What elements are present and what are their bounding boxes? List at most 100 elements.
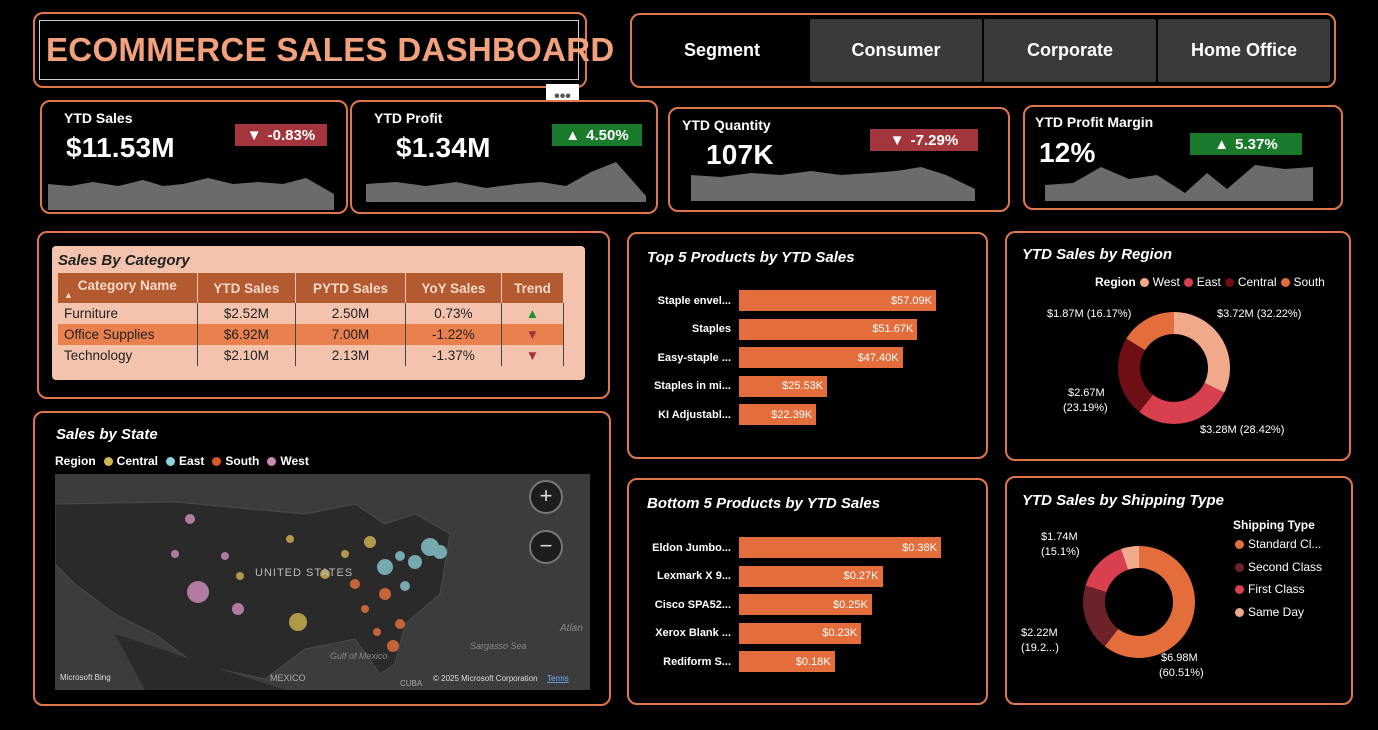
slice-label-central-a: $2.67M [1068, 387, 1105, 399]
title-frame: ECOMMERCE SALES DASHBOARD [39, 20, 614, 80]
segment-consumer-button[interactable]: Consumer [810, 19, 982, 82]
bottom5-products-panel: Bottom 5 Products by YTD Sales Eldon Jum… [627, 478, 988, 705]
zoom-out-button[interactable]: − [529, 530, 563, 564]
map-label-mexico: MEXICO [270, 673, 306, 683]
bar-row[interactable]: Cisco SPA52... $0.25K [639, 594, 872, 615]
bar-row[interactable]: Staples $51.67K [639, 318, 918, 340]
slice-label-second-a: $2.22M [1021, 627, 1058, 639]
table-row[interactable]: Technology $2.10M 2.13M -1.37% ▼ [58, 345, 565, 366]
kpi-card-ytd-profit[interactable]: YTD Profit $1.34M ▲ 4.50% [350, 100, 658, 214]
bar-row[interactable]: Xerox Blank ... $0.23K [639, 622, 862, 644]
state-map-legend: Region Central East South West [55, 454, 309, 468]
sales-by-category-panel: Sales By Category Category Name ▲ YTD Sal… [37, 231, 610, 399]
bar[interactable]: $0.18K [739, 651, 835, 672]
segment-label: Segment [636, 19, 808, 82]
bar[interactable]: $0.38K [739, 537, 941, 558]
col-header-category[interactable]: Category Name ▲ [58, 273, 198, 303]
kpi-delta-badge: ▼ -0.83% [235, 124, 327, 146]
bar-label: Lexmark X 9... [657, 570, 731, 582]
trend-down-icon: ▼ [501, 345, 565, 366]
zoom-in-button[interactable]: + [529, 480, 563, 514]
map-label-gulf: Gulf of Mexico [330, 651, 388, 661]
col-header-trend[interactable]: Trend [501, 273, 565, 303]
up-arrow-icon: ▲ [1214, 135, 1230, 153]
slice-label-standard-b: (60.51%) [1159, 667, 1204, 679]
bar-label: Xerox Blank ... [655, 627, 731, 639]
bar[interactable]: $0.27K [739, 565, 883, 587]
category-table[interactable]: Category Name ▲ YTD Sales PYTD Sales YoY … [58, 273, 565, 366]
region-donut-chart[interactable] [1007, 233, 1349, 459]
kpi-label: YTD Quantity [682, 117, 771, 133]
col-header-ytd-sales[interactable]: YTD Sales [197, 273, 297, 303]
kpi-delta-value: -7.29% [910, 131, 959, 149]
segment-corporate-button[interactable]: Corporate [984, 19, 1156, 82]
bing-logo: Microsoft Bing [60, 673, 111, 682]
dashboard-title: ECOMMERCE SALES DASHBOARD [46, 31, 615, 68]
up-arrow-icon: ▲ [565, 126, 581, 144]
bar[interactable]: $51.67K [739, 318, 918, 340]
slice-label-standard-a: $6.98M [1161, 652, 1198, 664]
bar-label: Rediform S... [663, 655, 731, 668]
state-map-title: Sales by State [56, 426, 158, 443]
bar-label: Cisco SPA52... [654, 598, 731, 611]
map-copyright: © 2025 Microsoft Corporation [433, 674, 538, 683]
down-arrow-icon: ▼ [246, 126, 262, 144]
table-row[interactable]: Furniture $2.52M 2.50M 0.73% ▲ [58, 303, 565, 324]
top5-products-panel: Top 5 Products by YTD Sales Staple envel… [627, 232, 988, 459]
bar[interactable]: $25.53K [739, 375, 828, 397]
shipping-donut-panel: YTD Sales by Shipping Type Shipping Type… [1005, 476, 1353, 705]
col-header-pytd-sales[interactable]: PYTD Sales [295, 273, 406, 303]
bar-row[interactable]: Staples in mi... $25.53K [639, 375, 828, 397]
donut-slice[interactable] [1085, 548, 1129, 593]
map-label-atlantic: Atlan [559, 623, 583, 634]
bar-label: Easy-staple ... [657, 351, 731, 364]
slice-label-first-a: $1.74M [1041, 531, 1078, 543]
kpi-delta-value: 4.50% [586, 126, 629, 144]
kpi-label: YTD Sales [64, 110, 133, 126]
bar-row[interactable]: Eldon Jumbo... $0.38K [639, 537, 941, 558]
donut-slice[interactable] [1118, 338, 1153, 412]
kpi-label: YTD Profit Margin [1035, 114, 1154, 130]
kpi-card-ytd-sales[interactable]: YTD Sales $11.53M ▼ -0.83% [40, 100, 348, 214]
donut-slice[interactable] [1139, 382, 1225, 424]
segment-home-office-button[interactable]: Home Office [1158, 19, 1330, 82]
category-title: Sales By Category [58, 252, 190, 269]
bar[interactable]: $22.39K [739, 404, 817, 425]
bar-row[interactable]: Staple envel... $57.09K [639, 290, 936, 311]
table-row[interactable]: Office Supplies $6.92M 7.00M -1.22% ▼ [58, 324, 565, 345]
category-card: Sales By Category Category Name ▲ YTD Sal… [52, 246, 585, 380]
kpi-value: $11.53M [66, 132, 175, 163]
map-canvas[interactable]: UNITED STATES MEXICO Gulf of Mexico Sarg… [55, 474, 590, 690]
quantity-sparkline [691, 167, 975, 201]
bar-row[interactable]: Lexmark X 9... $0.27K [639, 565, 883, 587]
trend-down-icon: ▼ [501, 324, 565, 345]
bar[interactable]: $0.25K [739, 594, 872, 615]
top5-title: Top 5 Products by YTD Sales [647, 249, 855, 266]
bar-row[interactable]: Easy-staple ... $47.40K [639, 347, 903, 368]
bar-label: Staples in mi... [653, 380, 731, 392]
kpi-card-ytd-quantity[interactable]: YTD Quantity 107K ▼ -7.29% [668, 107, 1010, 212]
map-label-cuba: CUBA [400, 679, 423, 688]
slice-label-west: $3.72M (32.22%) [1217, 308, 1302, 320]
kpi-card-ytd-profit-margin[interactable]: YTD Profit Margin 12% ▲ 5.37% [1023, 105, 1343, 210]
map-label-sargasso: Sargasso Sea [470, 641, 527, 651]
map-terms-link[interactable]: Terms [547, 674, 569, 683]
bar[interactable]: $47.40K [739, 347, 903, 368]
bar[interactable]: $0.23K [739, 622, 862, 644]
map-label-country: UNITED STATES [255, 567, 353, 579]
bar-row[interactable]: Rediform S... $0.18K [639, 651, 835, 672]
bar[interactable]: $57.09K [739, 290, 936, 311]
kpi-delta-value: 5.37% [1235, 135, 1278, 153]
col-header-yoy-sales[interactable]: YoY Sales [405, 273, 502, 303]
title-panel: ECOMMERCE SALES DASHBOARD [33, 12, 614, 88]
bottom5-title: Bottom 5 Products by YTD Sales [647, 495, 881, 512]
bar-label: KI Adjustabl... [658, 408, 731, 421]
donut-slice[interactable] [1174, 312, 1230, 393]
slice-label-central-b: (23.19%) [1063, 402, 1108, 414]
profit-sparkline [366, 162, 646, 202]
sales-sparkline [48, 178, 334, 210]
state-map[interactable]: UNITED STATES MEXICO Gulf of Mexico Sarg… [55, 474, 590, 690]
bar-row[interactable]: KI Adjustabl... $22.39K [639, 404, 817, 425]
bar-label: Eldon Jumbo... [652, 541, 731, 554]
trend-up-icon: ▲ [501, 303, 565, 324]
